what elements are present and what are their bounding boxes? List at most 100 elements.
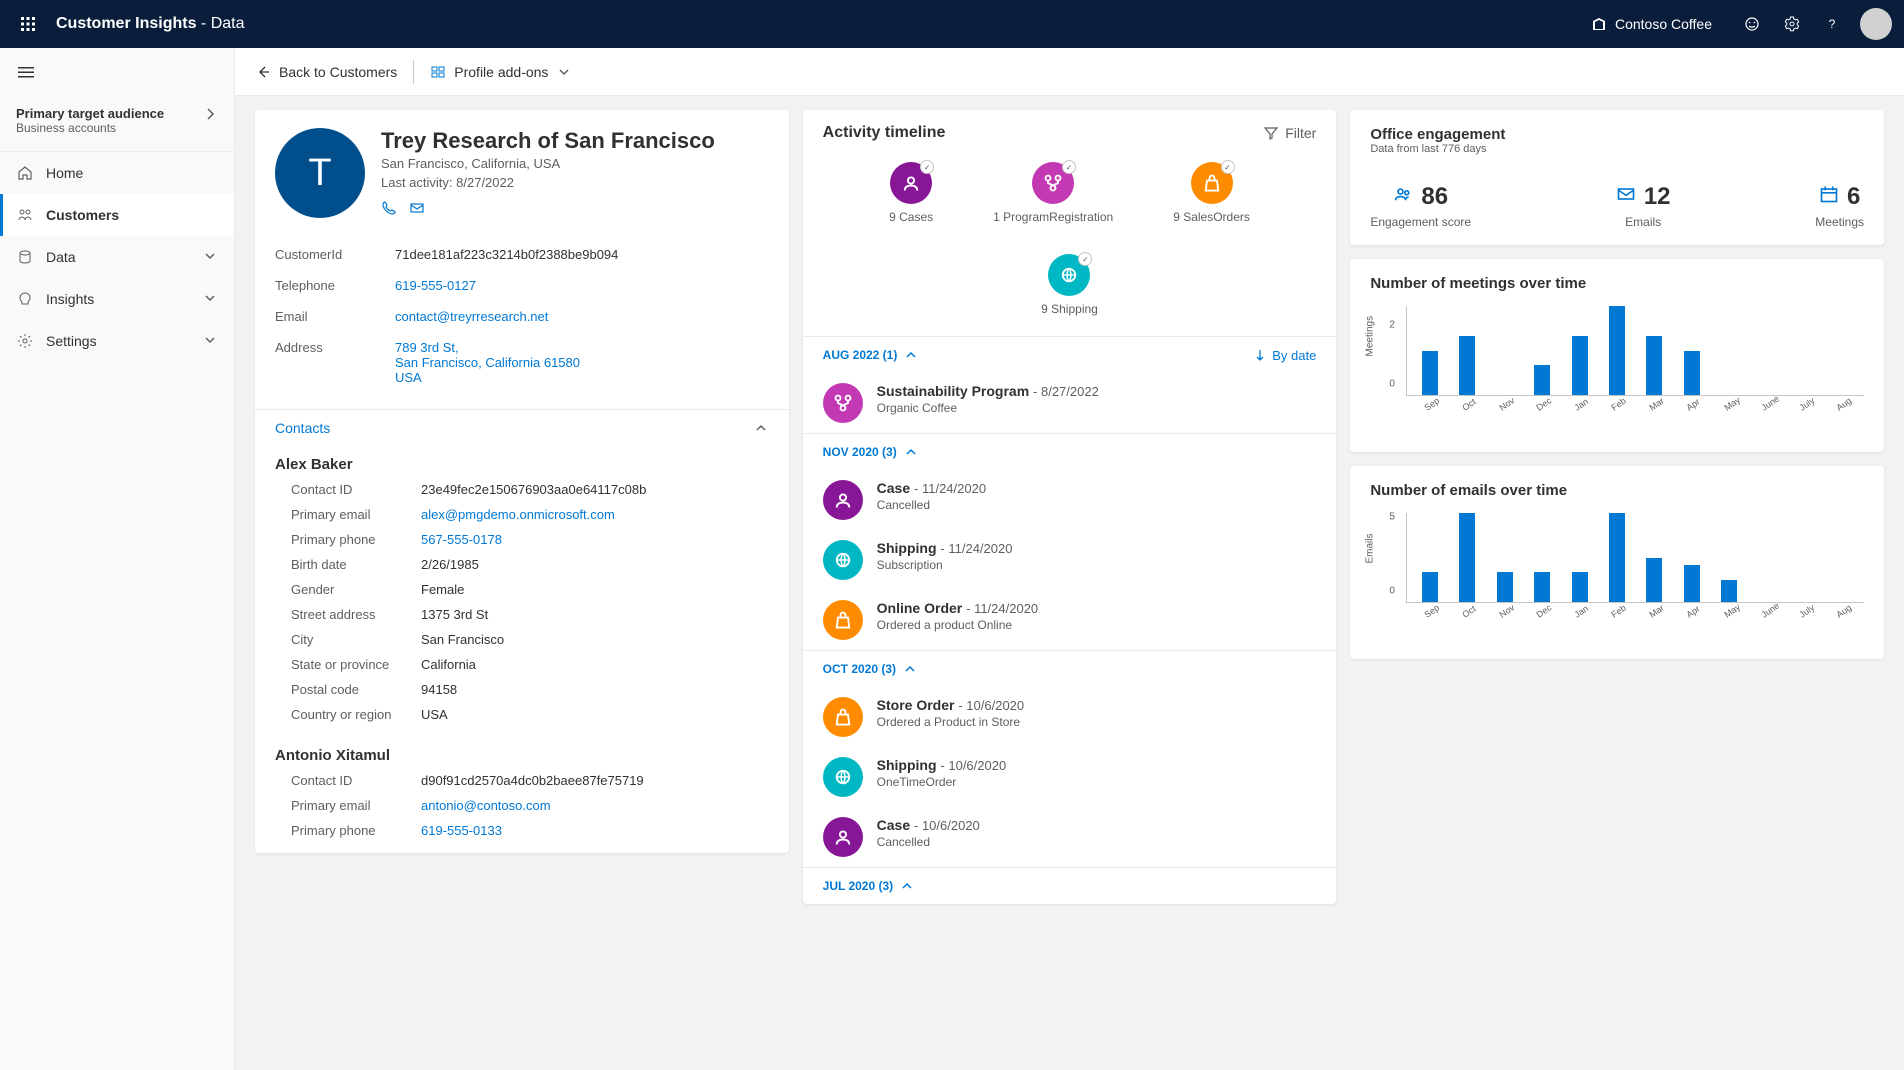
x-tick: Aug (1835, 395, 1854, 412)
timeline-item[interactable]: Online Order - 11/24/2020Ordered a produ… (803, 590, 1337, 650)
timeline-group-toggle[interactable]: AUG 2022 (1) (823, 347, 920, 363)
filter-icon (1263, 125, 1279, 141)
y-tick: 0 (1389, 586, 1395, 597)
stat-value: 86 (1421, 183, 1448, 211)
chart-bar (1721, 580, 1737, 602)
bag-icon (823, 600, 863, 640)
globe-icon (823, 540, 863, 580)
x-tick: Apr (1685, 395, 1704, 412)
contact-field-value[interactable]: 619-555-0133 (421, 823, 502, 838)
timeline-sort-button[interactable]: By date (1252, 347, 1316, 363)
tenant-switcher[interactable]: Contoso Coffee (1591, 16, 1712, 32)
timeline-group-toggle[interactable]: OCT 2020 (3) (823, 661, 918, 677)
feedback-icon[interactable] (1732, 0, 1772, 48)
person-icon (823, 480, 863, 520)
nav-toggle-icon[interactable] (0, 48, 234, 96)
x-tick: May (1722, 395, 1741, 412)
timeline-item[interactable]: Case - 11/24/2020Cancelled (803, 470, 1337, 530)
chart-title: Number of emails over time (1370, 482, 1864, 499)
contact-field-label: Gender (291, 582, 421, 597)
contact-field-value[interactable]: 567-555-0178 (421, 532, 502, 547)
contacts-section-toggle[interactable]: Contacts (255, 409, 789, 446)
timeline-summary-item[interactable]: ✓1 ProgramRegistration (993, 162, 1113, 224)
timeline-title: Activity timeline (823, 124, 946, 142)
nav-label: Settings (46, 333, 97, 349)
chevron-right-icon (202, 106, 218, 122)
data-icon (16, 249, 34, 265)
chevron-up-icon (753, 420, 769, 436)
chart-bar (1459, 513, 1475, 602)
timeline-group-toggle[interactable]: NOV 2020 (3) (823, 444, 919, 460)
field-value[interactable]: contact@treyrresearch.net (395, 309, 548, 324)
sidebar-item-settings[interactable]: Settings (0, 320, 234, 362)
app-launcher-icon[interactable] (12, 8, 44, 40)
chart-bar (1684, 565, 1700, 602)
chart-bar (1534, 365, 1550, 395)
timeline-item-sub: Cancelled (877, 498, 986, 512)
chevron-up-icon (903, 347, 919, 363)
sidebar-item-home[interactable]: Home (0, 152, 234, 194)
chevron-up-icon (899, 878, 915, 894)
branch-icon (823, 383, 863, 423)
contact-field-value: San Francisco (421, 632, 504, 647)
sidebar-item-data[interactable]: Data (0, 236, 234, 278)
stat-label: Engagement score (1370, 215, 1471, 229)
mail-icon[interactable] (409, 200, 425, 221)
audience-selector[interactable]: Primary target audience Business account… (0, 96, 234, 152)
engagement-subtitle: Data from last 776 days (1370, 143, 1864, 155)
check-badge: ✓ (920, 160, 934, 174)
timeline-item[interactable]: Store Order - 10/6/2020Ordered a Product… (803, 687, 1337, 747)
contact-field-label: Primary phone (291, 532, 421, 547)
x-tick: Feb (1610, 602, 1629, 619)
nav-label: Home (46, 165, 83, 181)
contact-name: Antonio Xitamul (255, 737, 789, 768)
field-label: Address (275, 340, 395, 385)
sidebar-item-insights[interactable]: Insights (0, 278, 234, 320)
x-tick: June (1760, 395, 1779, 412)
x-tick: May (1722, 602, 1741, 619)
help-icon[interactable]: ? (1812, 0, 1852, 48)
summary-label: 1 ProgramRegistration (993, 210, 1113, 224)
chart-bar (1534, 572, 1550, 602)
timeline-item[interactable]: Shipping - 11/24/2020Subscription (803, 530, 1337, 590)
chart-plot: 02 (1406, 306, 1864, 396)
phone-icon[interactable] (381, 200, 397, 221)
contact-field-value: d90f91cd2570a4dc0b2baee87fe75719 (421, 773, 644, 788)
check-badge: ✓ (1221, 160, 1235, 174)
contact-field-value: Female (421, 582, 464, 597)
sidebar-item-customers[interactable]: Customers (0, 194, 234, 236)
timeline-item[interactable]: Shipping - 10/6/2020OneTimeOrder (803, 747, 1337, 807)
user-avatar[interactable] (1860, 8, 1892, 40)
contact-field-value[interactable]: alex@pmgdemo.onmicrosoft.com (421, 507, 615, 522)
field-value[interactable]: 789 3rd St,San Francisco, California 615… (395, 340, 580, 385)
contact-field-label: Birth date (291, 557, 421, 572)
sidebar: Primary target audience Business account… (0, 48, 235, 1070)
contact-field-value[interactable]: antonio@contoso.com (421, 798, 551, 813)
person-icon: ✓ (890, 162, 932, 204)
people-icon (1393, 183, 1413, 211)
nav-label: Data (46, 249, 76, 265)
x-tick: Jan (1572, 602, 1591, 619)
arrow-left-icon (255, 64, 271, 80)
back-button[interactable]: Back to Customers (255, 64, 397, 80)
profile-addons-button[interactable]: Profile add-ons (430, 64, 572, 80)
chevron-up-icon (903, 444, 919, 460)
timeline-filter-button[interactable]: Filter (1263, 125, 1316, 141)
x-tick: Jan (1572, 395, 1591, 412)
x-tick: Sep (1423, 395, 1442, 412)
person-icon (823, 817, 863, 857)
emails-chart-card: Number of emails over time Emails 05 Sep… (1350, 466, 1884, 659)
timeline-item[interactable]: Sustainability Program - 8/27/2022Organi… (803, 373, 1337, 433)
chart-bar (1572, 336, 1588, 395)
contact-field-label: City (291, 632, 421, 647)
contact-field-value: California (421, 657, 476, 672)
timeline-summary-item[interactable]: ✓9 Shipping (1041, 254, 1098, 316)
y-tick: 0 (1389, 379, 1395, 390)
timeline-summary-item[interactable]: ✓9 Cases (889, 162, 933, 224)
timeline-summary-item[interactable]: ✓9 SalesOrders (1173, 162, 1250, 224)
timeline-group-toggle[interactable]: JUL 2020 (3) (823, 878, 915, 894)
x-tick: Mar (1647, 602, 1666, 619)
field-value[interactable]: 619-555-0127 (395, 278, 476, 293)
settings-icon[interactable] (1772, 0, 1812, 48)
timeline-item[interactable]: Case - 10/6/2020Cancelled (803, 807, 1337, 867)
